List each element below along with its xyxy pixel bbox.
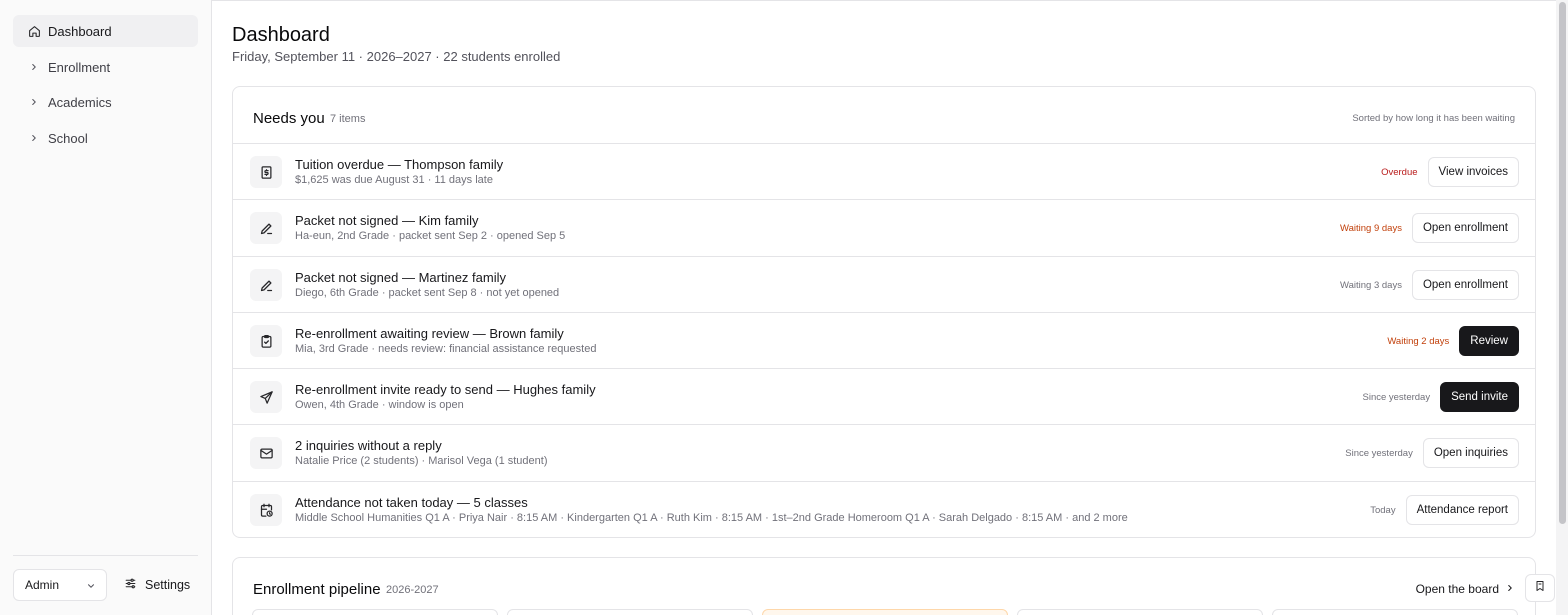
open-inquiries-button[interactable]: Open inquiries (1422, 438, 1519, 468)
item-subtitle: Owen, 4th Grade · window is open (295, 399, 464, 411)
home-icon (27, 24, 41, 38)
page-title: Dashboard (232, 24, 330, 46)
status-badge: Overdue (1381, 166, 1418, 178)
item-subtitle: Ha-eun, 2nd Grade · packet sent Sep 2 · … (295, 230, 566, 242)
chevron-down-icon (86, 580, 96, 594)
item-subtitle: Middle School Humanities Q1 A · Priya Na… (295, 512, 1128, 524)
item-subtitle: $1,625 was due August 31 · 11 days late (295, 174, 493, 186)
sort-note: Sorted by how long it has been waiting (1352, 113, 1515, 124)
pipeline-stage[interactable] (1272, 609, 1518, 615)
page-subtitle: Friday, September 11 · 2026–2027 · 22 st… (232, 49, 561, 64)
item-title: Attendance not taken today — 5 classes (295, 495, 528, 510)
item-title: Re-enrollment awaiting review — Brown fa… (295, 326, 564, 341)
dollar-receipt-icon (250, 156, 282, 188)
sidebar-item-label: Dashboard (48, 23, 112, 39)
open-enrollment-button[interactable]: Open enrollment (1411, 270, 1519, 300)
status-badge: Today (1370, 504, 1396, 516)
enrollment-pipeline-card: Enrollment pipeline 2026-2027 Open the b… (232, 557, 1536, 615)
item-subtitle: Natalie Price (2 students) · Marisol Veg… (295, 455, 548, 467)
open-board-link[interactable]: Open the board (1416, 582, 1515, 596)
list-item: Re-enrollment awaiting review — Brown fa… (233, 313, 1535, 369)
settings-button[interactable]: Settings (118, 569, 190, 601)
sliders-icon (124, 577, 145, 593)
status-badge: Waiting 3 days (1340, 279, 1402, 291)
pipeline-title: Enrollment pipeline (253, 581, 381, 598)
sidebar-item-label: Enrollment (48, 59, 111, 75)
send-invite-button[interactable]: Send invite (1440, 382, 1519, 412)
list-item: Re-enrollment invite ready to send — Hug… (233, 369, 1535, 425)
list-item: 2 inquiries without a reply Natalie Pric… (233, 425, 1535, 481)
pipeline-stage[interactable] (1017, 609, 1263, 615)
list-item: Tuition overdue — Thompson family $1,625… (233, 144, 1535, 200)
needs-you-title: Needs you (253, 110, 325, 127)
sidebar-item-enrollment[interactable]: Enrollment (13, 51, 198, 83)
open-board-label: Open the board (1415, 582, 1499, 596)
view-invoices-button[interactable]: View invoices (1427, 157, 1519, 187)
scrollbar-thumb[interactable] (1559, 2, 1566, 524)
calendar-clock-icon (250, 494, 282, 526)
status-badge: Since yesterday (1345, 447, 1413, 459)
sidebar-item-academics[interactable]: Academics (13, 86, 198, 118)
bookmark-button[interactable] (1525, 574, 1555, 602)
review-button[interactable]: Review (1459, 326, 1519, 356)
list-item: Packet not signed — Kim family Ha-eun, 2… (233, 200, 1535, 256)
pipeline-stage[interactable] (762, 609, 1008, 615)
item-subtitle: Mia, 3rd Grade · needs review: financial… (295, 343, 597, 355)
pen-icon (250, 212, 282, 244)
item-title: Packet not signed — Martinez family (295, 270, 506, 285)
status-badge: Waiting 9 days (1340, 222, 1402, 234)
item-title: Re-enrollment invite ready to send — Hug… (295, 382, 596, 397)
scrollbar[interactable] (1556, 0, 1568, 615)
pipeline-stage[interactable] (252, 609, 498, 615)
chevron-right-icon (1499, 582, 1515, 596)
open-enrollment-button[interactable]: Open enrollment (1411, 213, 1519, 243)
clipboard-check-icon (250, 325, 282, 357)
chevron-right-icon (27, 60, 41, 74)
needs-you-card: Needs you 7 items Sorted by how long it … (232, 86, 1536, 538)
item-title: 2 inquiries without a reply (295, 438, 442, 453)
item-title: Packet not signed — Kim family (295, 213, 479, 228)
sidebar-footer-divider (13, 555, 198, 556)
pipeline-year: 2026-2027 (386, 584, 439, 596)
item-title: Tuition overdue — Thompson family (295, 157, 504, 172)
settings-label: Settings (145, 578, 191, 592)
pipeline-stage[interactable] (507, 609, 753, 615)
needs-you-count: 7 items (330, 113, 366, 125)
send-icon (250, 381, 282, 413)
main-content: Dashboard Friday, September 11 · 2026–20… (212, 0, 1556, 615)
status-badge: Since yesterday (1362, 391, 1431, 403)
chevron-right-icon (27, 131, 41, 145)
bookmark-icon (1534, 579, 1546, 597)
sidebar-item-school[interactable]: School (13, 122, 198, 154)
role-select-value: Admin (25, 578, 60, 592)
status-badge: Waiting 2 days (1387, 335, 1450, 347)
sidebar-item-dashboard[interactable]: Dashboard (13, 15, 198, 47)
pen-icon (250, 269, 282, 301)
mail-icon (250, 437, 282, 469)
sidebar: Dashboard Enrollment Academics School Ad… (0, 0, 212, 615)
sidebar-item-label: Academics (48, 94, 112, 110)
chevron-right-icon (27, 95, 41, 109)
item-subtitle: Diego, 6th Grade · packet sent Sep 8 · n… (295, 287, 560, 299)
sidebar-item-label: School (48, 130, 88, 146)
list-item: Attendance not taken today — 5 classes M… (233, 482, 1535, 538)
role-select[interactable]: Admin (13, 569, 107, 601)
list-item: Packet not signed — Martinez family Dieg… (233, 257, 1535, 313)
attendance-report-button[interactable]: Attendance report (1405, 495, 1519, 525)
